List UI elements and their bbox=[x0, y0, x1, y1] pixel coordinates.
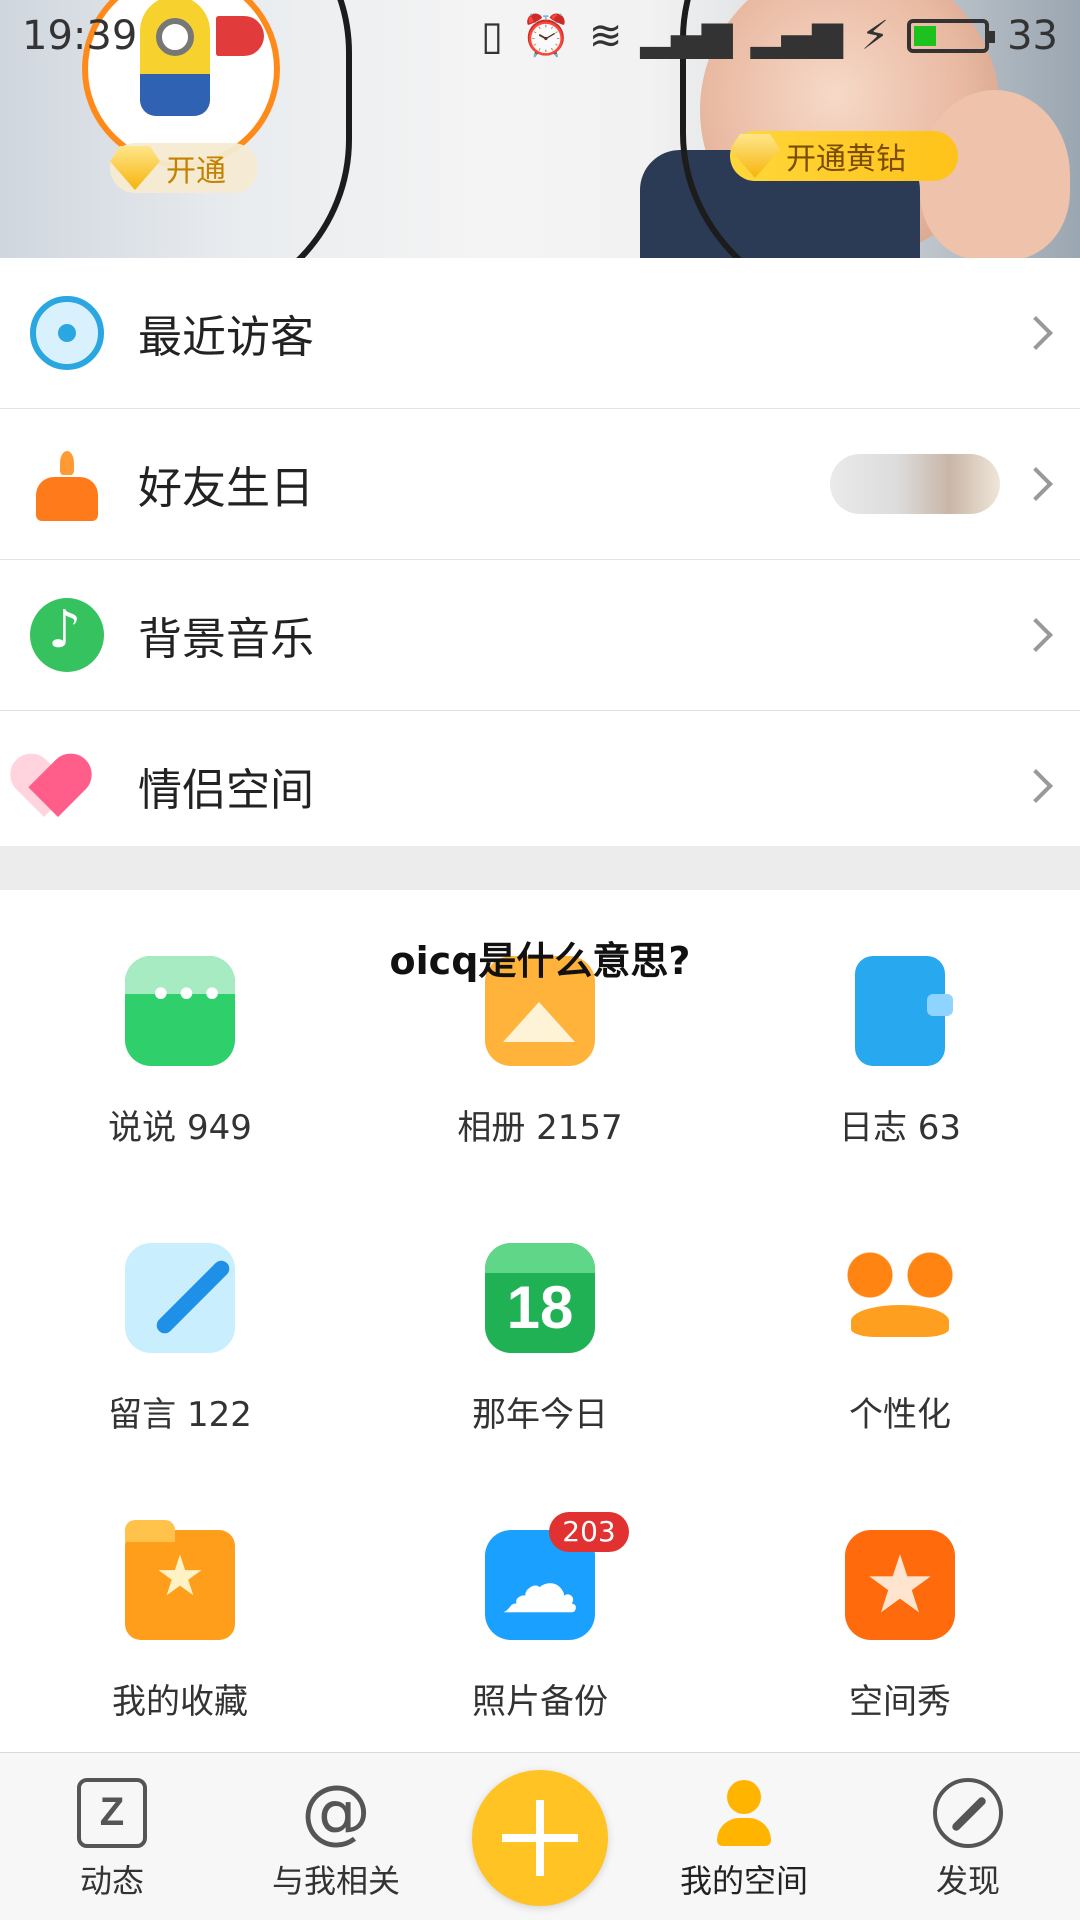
notification-badge: 203 bbox=[549, 1512, 629, 1552]
grid-item-space-show[interactable]: 空间秀 bbox=[720, 1464, 1080, 1751]
grid-item-photo-backup[interactable]: 203 照片备份 bbox=[360, 1464, 720, 1751]
tab-discover[interactable]: 发现 bbox=[878, 1778, 1058, 1902]
grid-item-label: 我的收藏 bbox=[112, 1682, 248, 1722]
chevron-right-icon bbox=[1019, 467, 1053, 501]
chevron-right-icon bbox=[1019, 316, 1053, 350]
list-item-label: 背景音乐 bbox=[138, 614, 314, 665]
open-yellow-diamond-button[interactable]: 开通黄钻 bbox=[730, 131, 958, 181]
status-bar: 19:39 ▯ ⏰ ≋ ▂▄▆ ▂▄▆ ⚡ 33 bbox=[0, 0, 1080, 72]
grid-item-messages[interactable]: 留言 122 bbox=[0, 1177, 360, 1464]
grid-item-personalize[interactable]: 个性化 bbox=[720, 1177, 1080, 1464]
vibrate-icon: ▯ bbox=[481, 13, 504, 59]
pen-icon bbox=[125, 1243, 235, 1353]
add-post-button[interactable] bbox=[472, 1770, 608, 1906]
mustache-glasses-icon bbox=[845, 1243, 955, 1353]
grid-item-label: 日志 63 bbox=[838, 1108, 962, 1148]
section-divider bbox=[0, 846, 1080, 890]
friend-avatar-thumbnail bbox=[830, 454, 1000, 514]
grid-item-label: 那年今日 bbox=[472, 1395, 608, 1435]
music-note-icon bbox=[30, 598, 104, 672]
list-item-friend-birthday[interactable]: 好友生日 bbox=[0, 409, 1080, 560]
tab-label: 发现 bbox=[935, 1862, 1000, 1900]
grid-item-favorites[interactable]: 我的收藏 bbox=[0, 1464, 360, 1751]
list-item-label: 情侣空间 bbox=[138, 765, 314, 816]
grid-item-label: 空间秀 bbox=[849, 1682, 951, 1722]
chevron-right-icon bbox=[1019, 769, 1053, 803]
grid-item-label: 说说 949 bbox=[108, 1108, 252, 1148]
compass-icon bbox=[933, 1778, 1003, 1848]
folder-star-icon bbox=[125, 1520, 235, 1640]
alarm-icon: ⏰ bbox=[521, 13, 571, 59]
list-item-background-music[interactable]: 背景音乐 bbox=[0, 560, 1080, 711]
grid-item-this-day[interactable]: 那年今日 bbox=[360, 1177, 720, 1464]
star-show-icon bbox=[845, 1530, 955, 1640]
at-icon bbox=[301, 1770, 371, 1852]
tab-label: 动态 bbox=[79, 1862, 144, 1900]
wifi-icon: ≋ bbox=[588, 13, 623, 59]
chevron-right-icon bbox=[1019, 618, 1053, 652]
status-icons: ▯ ⏰ ≋ ▂▄▆ ▂▄▆ ⚡ 33 bbox=[481, 13, 1058, 59]
minion-overall bbox=[140, 74, 210, 116]
open-yellow-diamond-label: 开通黄钻 bbox=[786, 142, 906, 177]
tab-label: 我的空间 bbox=[679, 1862, 808, 1900]
cloud-backup-icon: 203 bbox=[485, 1512, 629, 1640]
overlay-title: oicq是什么意思? bbox=[389, 939, 691, 983]
open-vip-button[interactable]: 开通 bbox=[110, 143, 258, 193]
grid-item-label: 留言 122 bbox=[108, 1395, 252, 1435]
battery-icon bbox=[907, 19, 996, 53]
tab-mentions[interactable]: 与我相关 bbox=[246, 1770, 426, 1902]
diamond-icon bbox=[110, 146, 160, 190]
list-item-recent-visitors[interactable]: 最近访客 bbox=[0, 258, 1080, 409]
profile-banner: 开通 开通黄钻 19:39 ▯ ⏰ ≋ ▂▄▆ ▂▄▆ ⚡ 33 bbox=[0, 0, 1080, 258]
calendar-icon bbox=[485, 1243, 595, 1353]
list-item-couple-space[interactable]: 情侣空间 bbox=[0, 711, 1080, 861]
grid-item-label: 相册 2157 bbox=[457, 1108, 623, 1148]
cake-icon bbox=[30, 447, 104, 521]
signal-icon: ▂▄▆ bbox=[750, 13, 843, 59]
grid-item-label: 个性化 bbox=[849, 1395, 951, 1435]
status-time: 19:39 bbox=[22, 13, 138, 59]
list-item-label: 最近访客 bbox=[138, 312, 314, 363]
list-item-label: 好友生日 bbox=[138, 463, 314, 514]
eye-icon bbox=[30, 296, 104, 370]
person-icon bbox=[709, 1778, 779, 1848]
z-star-icon bbox=[77, 1778, 147, 1848]
battery-level: 33 bbox=[1007, 13, 1058, 59]
tab-label: 与我相关 bbox=[271, 1862, 400, 1900]
charging-icon: ⚡ bbox=[861, 13, 890, 59]
diamond-icon bbox=[730, 134, 780, 178]
signal-4g-icon: ▂▄▆ bbox=[640, 13, 733, 59]
tab-feed[interactable]: 动态 bbox=[22, 1778, 202, 1902]
feature-grid: 说说 949 相册 2157 日志 63 留言 122 那年今日 个性化 我的收… bbox=[0, 890, 1080, 1752]
open-vip-label: 开通 bbox=[166, 154, 226, 189]
hearts-icon bbox=[30, 749, 104, 823]
feature-list: 最近访客 好友生日 背景音乐 情侣空间 bbox=[0, 258, 1080, 861]
tab-my-space[interactable]: 我的空间 bbox=[654, 1778, 834, 1902]
grid-item-label: 照片备份 bbox=[472, 1682, 608, 1722]
